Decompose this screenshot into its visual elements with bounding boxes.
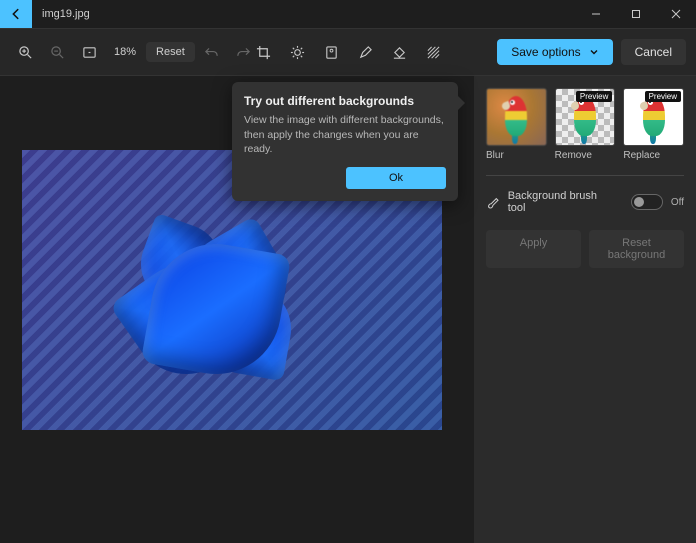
bg-option-remove[interactable]: Preview Remove bbox=[555, 88, 616, 161]
bg-thumb-replace: Preview bbox=[623, 88, 684, 146]
bg-thumb-blur bbox=[486, 88, 547, 146]
chevron-down-icon bbox=[589, 47, 599, 57]
background-icon bbox=[426, 45, 441, 60]
apply-button[interactable]: Apply bbox=[486, 230, 581, 268]
crop-button[interactable] bbox=[248, 37, 278, 67]
divider bbox=[486, 175, 684, 176]
filter-icon bbox=[324, 45, 339, 60]
tooltip-ok-button[interactable]: Ok bbox=[346, 167, 446, 189]
bg-option-replace[interactable]: Preview Replace bbox=[623, 88, 684, 161]
background-panel: Blur Preview Remove Preview Replace Back… bbox=[474, 76, 696, 543]
brush-toggle-state: Off bbox=[671, 197, 684, 208]
background-tooltip: Try out different backgrounds View the i… bbox=[232, 82, 458, 201]
title-bar: img19.jpg bbox=[0, 0, 696, 28]
minimize-button[interactable] bbox=[576, 0, 616, 28]
brush-tool-row: Background brush tool Off bbox=[486, 190, 684, 214]
preview-tag: Preview bbox=[576, 91, 612, 102]
brightness-icon bbox=[290, 45, 305, 60]
cancel-button[interactable]: Cancel bbox=[621, 39, 686, 65]
file-name: img19.jpg bbox=[42, 8, 90, 20]
undo-icon bbox=[204, 45, 219, 60]
close-icon bbox=[671, 9, 681, 19]
filter-button[interactable] bbox=[316, 37, 346, 67]
reset-zoom-button[interactable]: Reset bbox=[146, 42, 195, 62]
back-button[interactable] bbox=[0, 0, 32, 28]
maximize-icon bbox=[631, 9, 641, 19]
close-button[interactable] bbox=[656, 0, 696, 28]
arrow-left-icon bbox=[9, 7, 23, 21]
markup-button[interactable] bbox=[350, 37, 380, 67]
bg-option-blur[interactable]: Blur bbox=[486, 88, 547, 161]
zoom-out-icon bbox=[50, 45, 65, 60]
panel-actions: Apply Reset background bbox=[486, 230, 684, 268]
zoom-in-button[interactable] bbox=[10, 37, 40, 67]
fit-to-window-button[interactable] bbox=[74, 37, 104, 67]
save-label: Save options bbox=[511, 45, 580, 59]
background-button[interactable] bbox=[418, 37, 448, 67]
maximize-button[interactable] bbox=[616, 0, 656, 28]
toolbar: 18% Reset Save options Cancel bbox=[0, 28, 696, 76]
minimize-icon bbox=[591, 9, 601, 19]
bg-thumb-remove: Preview bbox=[555, 88, 616, 146]
bg-label-blur: Blur bbox=[486, 150, 547, 161]
zoom-out-button[interactable] bbox=[42, 37, 72, 67]
zoom-in-icon bbox=[18, 45, 33, 60]
undo-button[interactable] bbox=[197, 37, 227, 67]
fit-icon bbox=[82, 45, 97, 60]
save-options-button[interactable]: Save options bbox=[497, 39, 612, 65]
erase-button[interactable] bbox=[384, 37, 414, 67]
preview-tag: Preview bbox=[645, 91, 681, 102]
bg-label-remove: Remove bbox=[555, 150, 616, 161]
reset-background-button[interactable]: Reset background bbox=[589, 230, 684, 268]
bg-label-replace: Replace bbox=[623, 150, 684, 161]
adjustment-button[interactable] bbox=[282, 37, 312, 67]
tooltip-title: Try out different backgrounds bbox=[244, 94, 446, 108]
zoom-percentage: 18% bbox=[106, 46, 144, 58]
brush-icon bbox=[486, 195, 500, 209]
markup-icon bbox=[358, 45, 373, 60]
tooltip-body: View the image with different background… bbox=[244, 113, 446, 157]
brush-toggle[interactable] bbox=[631, 194, 662, 210]
erase-icon bbox=[392, 45, 407, 60]
crop-icon bbox=[256, 45, 271, 60]
brush-label: Background brush tool bbox=[508, 190, 616, 214]
background-options: Blur Preview Remove Preview Replace bbox=[486, 88, 684, 161]
